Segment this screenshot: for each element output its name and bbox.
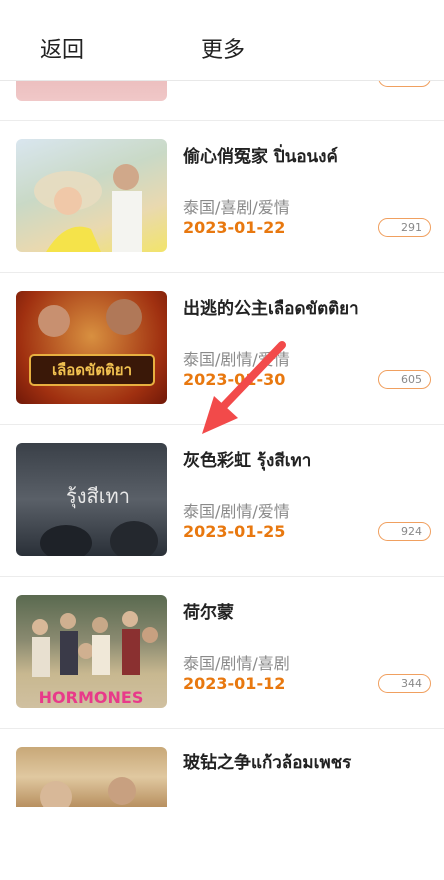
item-date: 2023-01-12 (183, 674, 286, 693)
list-item[interactable]: 玻钻之争แก้วล้อมเพชร (0, 728, 444, 880)
poster-image: เลือดขัตติยา (29, 299, 155, 386)
more-button[interactable]: 更多 (201, 35, 245, 67)
back-button[interactable]: 返回 (40, 35, 84, 67)
list-item[interactable]: รุ้งสีเทา 灰色彩虹 รุ้งสีเทา 泰国/剧情/爱情 2023-0… (0, 424, 444, 577)
poster-image: HORMONES (32, 611, 158, 707)
list-item[interactable]: HORMONES 荷尔蒙 泰国/剧情/喜剧 2023-01-12 344 (0, 576, 444, 729)
poster-thumbnail[interactable]: เลือดขัตติยา (16, 291, 167, 404)
item-title[interactable]: 荷尔蒙 (183, 598, 234, 623)
poster-image: รุ้งสีเทา (40, 484, 158, 556)
view-count-badge: 344 (378, 674, 431, 693)
poster-thumbnail[interactable]: HORMONES (16, 595, 167, 708)
poster-text: เลือดขัตติยา (52, 361, 132, 379)
poster-image (34, 164, 142, 252)
poster-text: HORMONES (39, 688, 144, 707)
item-genre: 泰国/喜剧/爱情 (183, 198, 290, 217)
drama-list: 2023-01-12 偷心俏冤家 ปิ่นอนงค์ 泰国/喜剧/爱情 2023… (0, 0, 444, 807)
poster-thumbnail[interactable]: รุ้งสีเทา (16, 443, 167, 556)
item-title[interactable]: 灰色彩虹 รุ้งสีเทา (183, 446, 311, 474)
item-title[interactable]: 偷心俏冤家 ปิ่นอนงค์ (183, 142, 338, 170)
item-date: 2023-01-22 (183, 218, 286, 237)
item-genre: 泰国/剧情/爱情 (183, 350, 290, 369)
list-item[interactable]: 偷心俏冤家 ปิ่นอนงค์ 泰国/喜剧/爱情 2023-01-22 291 (0, 120, 444, 273)
poster-image (40, 777, 136, 807)
poster-thumbnail[interactable] (16, 139, 167, 252)
item-genre: 泰国/剧情/喜剧 (183, 654, 290, 673)
item-genre: 泰国/剧情/爱情 (183, 502, 290, 521)
item-date: 2023-01-30 (183, 370, 286, 389)
item-title[interactable]: 出逃的公主เลือดขัตติยา (183, 294, 359, 322)
item-title[interactable]: 玻钻之争แก้วล้อมเพชร (183, 748, 351, 776)
poster-text: รุ้งสีเทา (66, 484, 130, 509)
list-item[interactable]: เลือดขัตติยา 出逃的公主เลือดขัตติยา 泰国/剧情/爱情 … (0, 272, 444, 425)
view-count-badge: 605 (378, 370, 431, 389)
top-bar: 返回 更多 (0, 0, 444, 81)
item-date: 2023-01-25 (183, 522, 286, 541)
view-count-badge: 291 (378, 218, 431, 237)
view-count-badge: 924 (378, 522, 431, 541)
poster-thumbnail[interactable] (16, 747, 167, 807)
